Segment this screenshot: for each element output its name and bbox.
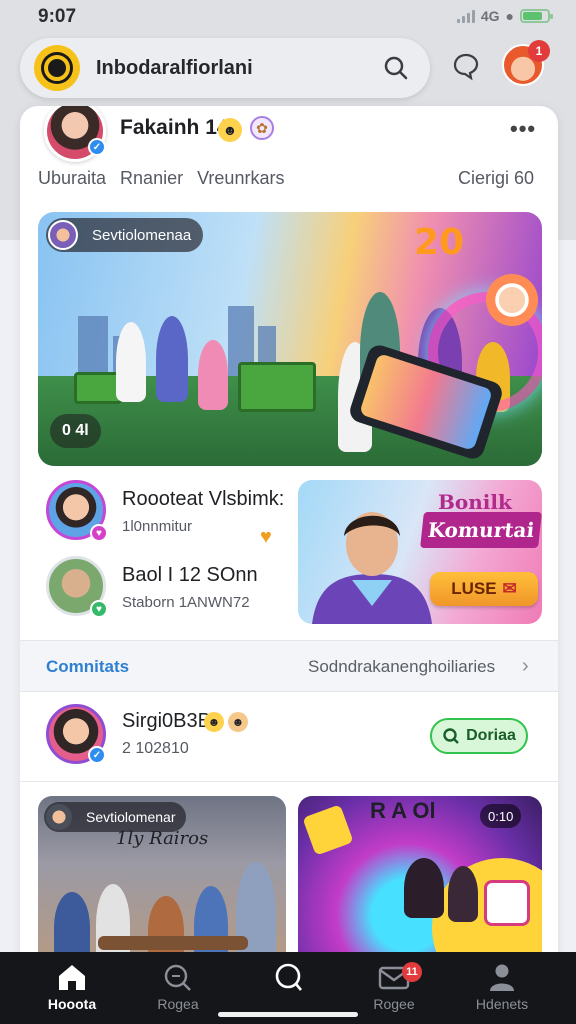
hero-counter: 0 4l — [50, 414, 101, 448]
status-icons: 4G ● — [456, 8, 553, 24]
app-logo-icon[interactable] — [34, 45, 80, 91]
row-subtitle: 1l0nnmitur — [122, 518, 193, 535]
card-count: 0:10 — [480, 804, 522, 828]
person-illustration — [116, 322, 146, 402]
promo-banner: Komurtai — [420, 512, 542, 548]
gift-icon: ✉ — [502, 579, 517, 598]
nav-search[interactable]: Rogea — [128, 960, 228, 1020]
notification-badge: 1 — [528, 40, 550, 62]
search-title: Inbodaralfiorlani — [96, 56, 253, 79]
section-link-left[interactable]: Comnitats — [46, 657, 129, 677]
nav-messages-label: Rogee — [373, 996, 415, 1012]
use-button-label: LUSE — [451, 579, 497, 598]
row-title: Baol I 12 SOnn — [122, 564, 258, 586]
user-row[interactable]: ✓ Sirgi0B3B ☻ ☻ 2 102810 Doriaa — [20, 696, 558, 782]
status-time: 9:07 — [38, 6, 77, 27]
list-item[interactable]: ♥ Roooteat Vlsbimk: 1l0nnmitur ♥ — [38, 480, 300, 550]
promo-card[interactable]: Bonilk Komurtai LUSE ✉ — [298, 480, 542, 624]
list-item[interactable]: ♥ Baol I 12 SOnn Staborn 1ANWN72 — [38, 556, 300, 626]
sticker-illustration — [302, 804, 354, 856]
row-list: ♥ Roooteat Vlsbimk: 1l0nnmitur ♥ ♥ Baol … — [38, 476, 300, 626]
video-card-left[interactable]: Sevtiolomenar 1ly Rairos — [38, 796, 286, 966]
section-bar: Comnitats Sodndrakanenghoiliaries › — [20, 640, 558, 692]
heart-badge-icon: ♥ — [90, 524, 108, 542]
card-tag-avatar — [46, 804, 72, 830]
tab-right[interactable]: Cierigi 60 — [458, 168, 534, 189]
row-title: Roooteat Vlsbimk: — [122, 488, 285, 510]
user-name: Sirgi0B3B — [122, 710, 211, 732]
search-bar[interactable]: Inbodaralfiorlani — [20, 38, 430, 98]
tab-third[interactable]: Vreunrkars — [197, 168, 284, 189]
card-subtitle: 1ly Rairos — [116, 828, 209, 849]
home-indicator[interactable] — [218, 1012, 358, 1017]
header-tabs: Uburaita Rnanier Vreunrkars — [38, 168, 284, 189]
discover-icon — [275, 963, 302, 991]
chat-icon[interactable] — [446, 46, 486, 86]
status-bar: 9:07 4G ● — [0, 0, 576, 34]
main-feed-card: ✓ Fakainh 14 ☻ ✿ ••• Uburaita Rnanier Vr… — [20, 106, 558, 966]
nav-home[interactable]: Hooota — [22, 960, 122, 1020]
search-icon[interactable] — [374, 46, 418, 90]
network-label: 4G — [480, 8, 500, 24]
search-icon — [164, 964, 191, 991]
smile-emoji-icon: ☻ — [228, 712, 248, 732]
person-illustration — [156, 316, 188, 402]
nav-home-label: Hooota — [47, 996, 97, 1012]
nav-profile-label: Hdenets — [475, 996, 529, 1012]
hero-banner[interactable]: Sevtiolomenaa 20 0 4l — [38, 212, 542, 466]
smile-emoji-icon: ☻ — [204, 712, 224, 732]
follow-button-label: Doriaa — [466, 727, 516, 744]
card-tag-label: Sevtiolomenar — [86, 809, 176, 825]
card-title: R A Ol — [370, 798, 436, 823]
user-id: 2 102810 — [122, 740, 189, 757]
row-subtitle: Staborn 1ANWN72 — [122, 594, 250, 611]
promo-person-illustration — [312, 512, 432, 624]
smile-emoji-icon: ☻ — [218, 118, 242, 142]
person-illustration — [198, 340, 228, 410]
use-button[interactable]: LUSE ✉ — [430, 572, 538, 606]
signal-icon — [456, 9, 475, 23]
hero-tag-avatar — [48, 220, 78, 250]
header-name: Fakainh 14 — [120, 116, 229, 139]
hero-tag-label: Sevtiolomenaa — [92, 226, 192, 244]
wifi-icon: ● — [505, 8, 514, 24]
hero-bubble-avatar — [486, 274, 538, 326]
hero-tag[interactable]: Sevtiolomenaa — [46, 218, 204, 252]
gift-emoji-icon: ✿ — [250, 116, 274, 140]
chevron-right-icon[interactable]: › — [522, 655, 529, 678]
search-icon — [443, 728, 459, 744]
home-icon — [59, 965, 85, 990]
messages-badge: 11 — [402, 962, 422, 982]
crate-illustration — [238, 362, 316, 412]
verified-icon: ✓ — [88, 746, 106, 764]
heart-badge-icon: ♥ — [90, 600, 108, 618]
nav-discover[interactable] — [238, 960, 338, 1020]
tab-first[interactable]: Uburaita — [38, 168, 106, 189]
heart-eyes-icon: ♥ — [260, 526, 272, 548]
nav-messages[interactable]: Rogee 11 — [344, 960, 444, 1020]
profile-icon — [490, 964, 514, 991]
video-card-right[interactable]: R A Ol 0:10 — [298, 796, 542, 966]
nav-search-label: Rogea — [157, 996, 199, 1012]
section-link-right[interactable]: Sodndrakanenghoiliaries — [308, 657, 495, 677]
follow-button[interactable]: Doriaa — [430, 718, 528, 754]
app-badge-icon — [484, 880, 530, 926]
more-options-icon[interactable]: ••• — [510, 116, 536, 142]
nav-profile[interactable]: Hdenets — [452, 960, 552, 1020]
battery-icon — [520, 9, 553, 23]
verified-icon: ✓ — [88, 138, 106, 156]
crate-illustration — [74, 372, 122, 404]
tab-second[interactable]: Rnanier — [120, 168, 183, 189]
promo-label: Bonilk — [438, 490, 512, 514]
hero-badge-text: 20 — [414, 222, 465, 263]
